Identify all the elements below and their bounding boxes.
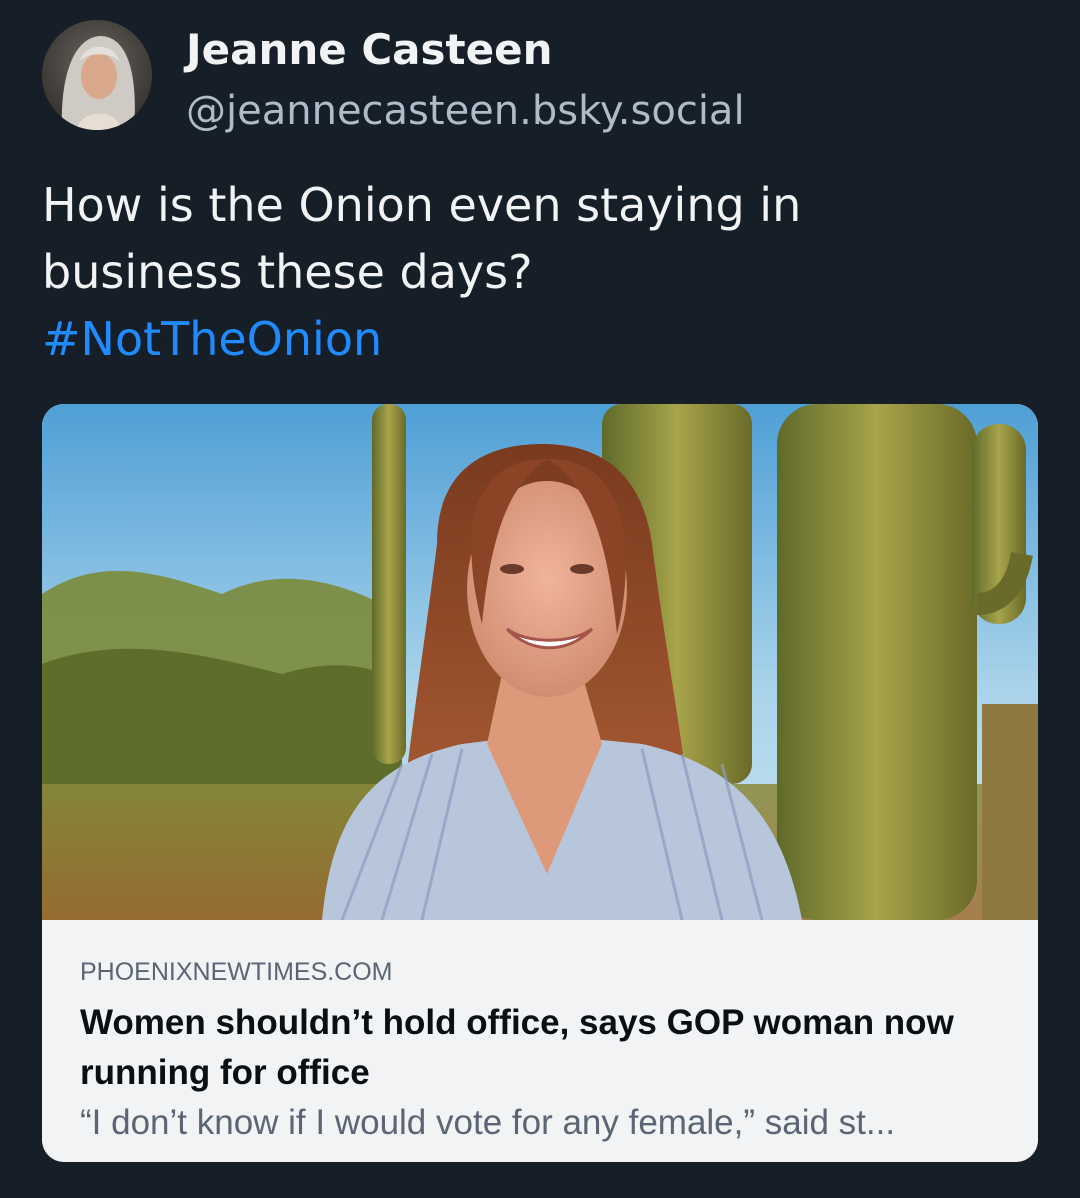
post-text-line: How is the Onion even staying in: [42, 178, 802, 232]
hashtag-link[interactable]: #NotTheOnion: [42, 306, 1022, 373]
link-card-title: Women shouldn’t hold office, says GOP wo…: [80, 1003, 954, 1092]
article-photo: [42, 404, 1038, 920]
link-card-description: “I don’t know if I would vote for any fe…: [80, 1103, 896, 1142]
link-card-domain: PHOENIXNEWTIMES.COM: [80, 958, 393, 986]
post-text: How is the Onion even staying in busines…: [42, 172, 1022, 373]
author-avatar[interactable]: [42, 20, 152, 130]
post-text-line: business these days?: [42, 245, 533, 299]
author-name[interactable]: Jeanne Casteen: [186, 24, 552, 76]
link-card-image: [42, 404, 1038, 920]
author-handle[interactable]: @jeannecasteen.bsky.social: [186, 86, 745, 136]
avatar-image: [42, 20, 152, 130]
post: Jeanne Casteen @jeannecasteen.bsky.socia…: [0, 0, 1080, 1198]
link-card[interactable]: PHOENIXNEWTIMES.COM Women shouldn’t hold…: [42, 404, 1038, 1162]
link-card-meta: PHOENIXNEWTIMES.COM Women shouldn’t hold…: [80, 952, 1010, 1148]
